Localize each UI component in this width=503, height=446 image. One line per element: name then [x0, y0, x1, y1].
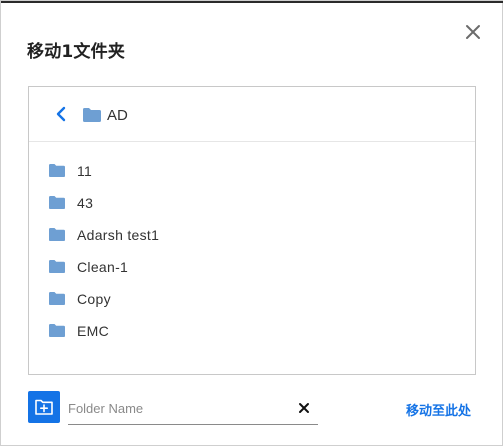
folder-name: 43: [77, 195, 94, 211]
move-folder-dialog: 移动1文件夹 AD 11 43 Adarsh test1 Clean-1 Cop…: [0, 0, 503, 446]
folder-icon: [49, 260, 65, 278]
folder-browser: AD 11 43 Adarsh test1 Clean-1 Copy EMC: [28, 86, 476, 375]
folder-icon: [49, 164, 65, 182]
chevron-left-icon: [56, 106, 66, 122]
folder-browser-header: AD: [29, 87, 475, 142]
clear-input-button[interactable]: [298, 401, 310, 413]
folder-name: Clean-1: [77, 259, 129, 275]
folder-name: 11: [77, 163, 93, 179]
list-item[interactable]: EMC: [29, 316, 475, 348]
folder-name-field: [68, 391, 318, 425]
folder-icon: [49, 228, 65, 246]
back-button[interactable]: [53, 105, 69, 123]
move-here-button[interactable]: 移动至此处: [406, 400, 471, 419]
list-item[interactable]: Adarsh test1: [29, 220, 475, 252]
folder-icon: [49, 196, 65, 214]
list-item[interactable]: 43: [29, 188, 475, 220]
folder-icon: [83, 108, 101, 127]
list-item[interactable]: Clean-1: [29, 252, 475, 284]
dialog-footer: 移动至此处: [28, 391, 476, 425]
new-folder-icon: [35, 399, 53, 415]
folder-name: Adarsh test1: [77, 227, 160, 243]
new-folder-button[interactable]: [28, 391, 60, 423]
close-icon: [299, 403, 309, 413]
folder-icon: [49, 324, 65, 342]
folder-icon: [49, 292, 65, 310]
folder-list: 11 43 Adarsh test1 Clean-1 Copy EMC: [29, 156, 475, 348]
folder-name: Copy: [77, 291, 111, 307]
close-icon: [466, 25, 480, 39]
dialog-title: 移动1文件夹: [27, 42, 126, 62]
dialog-top-border: [1, 1, 503, 3]
list-item[interactable]: 11: [29, 156, 475, 188]
folder-name: EMC: [77, 323, 110, 339]
close-button[interactable]: [464, 23, 482, 41]
folder-name-input[interactable]: [68, 397, 288, 419]
current-folder-name: AD: [107, 107, 128, 124]
list-item[interactable]: Copy: [29, 284, 475, 316]
